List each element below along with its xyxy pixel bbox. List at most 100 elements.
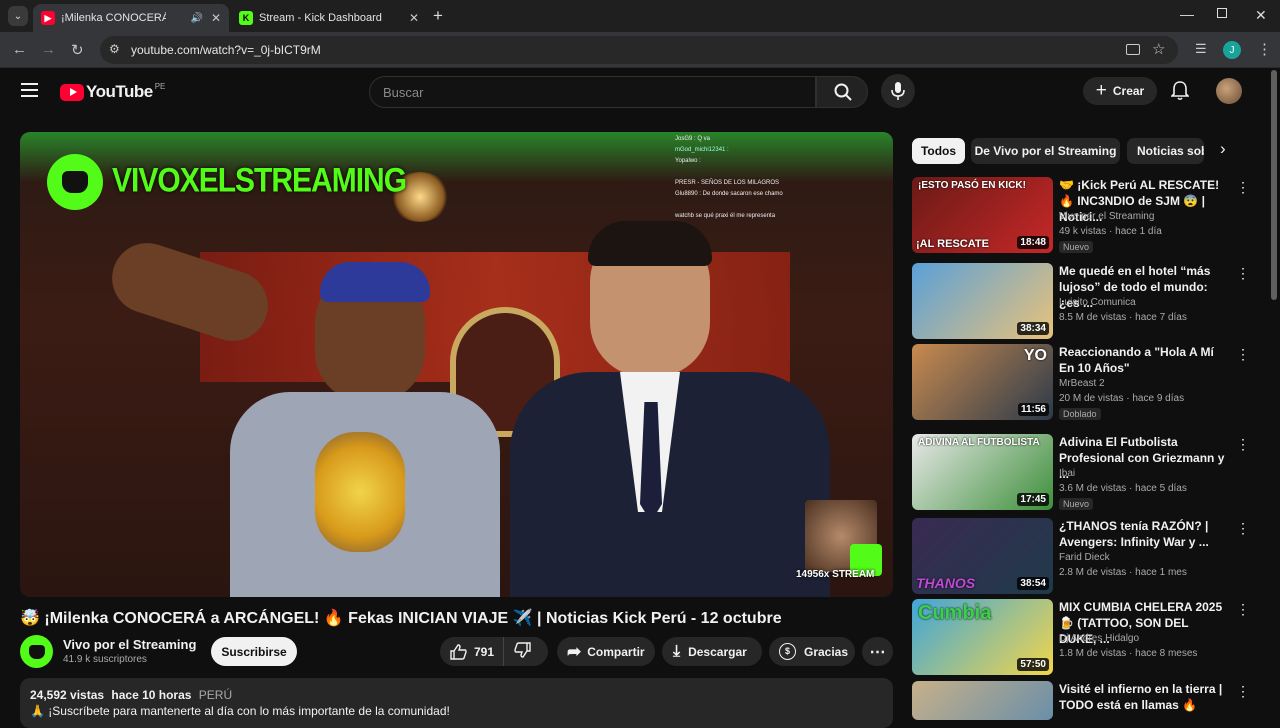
more-actions-button[interactable]: ⋯ bbox=[862, 637, 893, 666]
person-right bbox=[510, 221, 830, 597]
more-options-icon[interactable]: ⋮ bbox=[1236, 601, 1250, 618]
recommendation-title[interactable]: Visité el infierno en la tierra | TODO e… bbox=[1059, 681, 1229, 713]
close-window-button[interactable]: ✕ bbox=[1255, 7, 1267, 24]
recommendation-thumbnail[interactable]: YO 11:56 bbox=[912, 344, 1053, 420]
recommendation-channel[interactable]: Dj Andres Hidalgo bbox=[1059, 633, 1139, 644]
recommendation-item[interactable]: 38:34 Me quedé en el hotel “más lujoso” d… bbox=[912, 263, 1262, 339]
new-tab-button[interactable]: + bbox=[433, 6, 443, 26]
search-button[interactable] bbox=[816, 76, 868, 108]
recommendation-thumbnail[interactable]: 38:34 bbox=[912, 263, 1053, 339]
close-tab-icon[interactable]: ✕ bbox=[211, 11, 221, 25]
recommendation-channel[interactable]: Vivo por el Streaming bbox=[1059, 211, 1154, 222]
more-options-icon[interactable]: ⋮ bbox=[1236, 346, 1250, 363]
view-count: 24,592 vistas bbox=[30, 688, 105, 702]
bookmark-star-icon[interactable]: ☆ bbox=[1152, 40, 1165, 58]
page-scrollbar[interactable] bbox=[1268, 68, 1280, 720]
channel-avatar[interactable] bbox=[20, 635, 53, 668]
reload-icon[interactable]: ↻ bbox=[71, 41, 84, 59]
title-text: ¡Milenka CONOCERÁ a ARCÁNGEL! 🔥 Fekas IN… bbox=[44, 610, 782, 627]
recommendation-thumbnail[interactable]: THANOS 38:54 bbox=[912, 518, 1053, 594]
recommendation-channel[interactable]: Ibai bbox=[1059, 468, 1075, 479]
chip-todos[interactable]: Todos bbox=[912, 138, 965, 164]
recommendation-meta: 1.8 M de vistas · hace 8 meses bbox=[1059, 648, 1198, 659]
minimize-button[interactable]: — bbox=[1180, 6, 1194, 22]
recommendation-item[interactable]: Cumbia 57:50 MIX CUMBIA CHELERA 2025 🍺 (TA… bbox=[912, 599, 1262, 675]
tab-kick-dashboard[interactable]: K Stream - Kick Dashboard ✕ bbox=[231, 4, 427, 32]
recommendation-meta: 20 M de vistas · hace 9 días bbox=[1059, 393, 1185, 404]
more-options-icon[interactable]: ⋮ bbox=[1236, 436, 1250, 453]
upload-time: hace 10 horas bbox=[111, 688, 192, 702]
download-button[interactable]: ⤓ Descargar bbox=[662, 637, 762, 666]
recommendation-thumbnail[interactable]: ¡ESTO PASÓ EN KICK! ¡AL RESCATE 18:48 bbox=[912, 177, 1053, 253]
recommendation-item[interactable]: ADIVINA AL FUTBOLISTA 17:45 Adivina El Fut… bbox=[912, 434, 1262, 510]
country-tag: PERÚ bbox=[198, 688, 233, 702]
video-duration: 38:34 bbox=[1017, 322, 1049, 335]
forward-arrow-icon[interactable]: → bbox=[41, 41, 56, 58]
extensions-icon[interactable]: ☰ bbox=[1195, 41, 1207, 57]
back-arrow-icon[interactable]: ← bbox=[12, 41, 27, 58]
chat-overlay: JosG9 : Q va mGod_michi12341 : Yopalwo :… bbox=[675, 134, 825, 222]
like-button[interactable]: 791 bbox=[440, 637, 504, 666]
more-options-icon[interactable]: ⋮ bbox=[1236, 179, 1250, 196]
recommendation-item[interactable]: ¡ESTO PASÓ EN KICK! ¡AL RESCATE 18:48 🤝 ¡Ki… bbox=[912, 177, 1262, 253]
chip-noticias[interactable]: Noticias sob bbox=[1127, 138, 1204, 164]
recommendation-channel[interactable]: Luisito Comunica bbox=[1059, 297, 1136, 308]
download-label: Descargar bbox=[688, 644, 747, 659]
share-button[interactable]: ➦ Compartir bbox=[557, 637, 655, 666]
more-options-icon[interactable]: ⋮ bbox=[1236, 265, 1250, 282]
tab-youtube[interactable]: ▶ ¡Milenka CONOCERÁ a ARCÁNGEL! 🔊 ✕ bbox=[33, 4, 229, 32]
recommendation-title[interactable]: Adivina El Futbolista Profesional con Gr… bbox=[1059, 434, 1229, 482]
thumbnail-caption: ¡AL RESCATE bbox=[916, 238, 989, 250]
search-input[interactable]: Buscar bbox=[369, 76, 816, 108]
recommendation-meta: 2.8 M de vistas · hace 1 mes bbox=[1059, 567, 1187, 578]
profile-avatar[interactable]: J bbox=[1223, 41, 1241, 59]
thumbnail-caption: ¡ESTO PASÓ EN KICK! bbox=[918, 180, 1026, 191]
more-options-icon[interactable]: ⋮ bbox=[1236, 683, 1250, 700]
recommendation-channel[interactable]: MrBeast 2 bbox=[1059, 378, 1105, 389]
recommendation-badge: Nuevo bbox=[1059, 241, 1094, 253]
chip-de-vivo[interactable]: De Vivo por el Streaming bbox=[971, 138, 1120, 164]
create-button[interactable]: + Crear bbox=[1083, 77, 1157, 105]
youtube-logo[interactable]: YouTube PE bbox=[60, 82, 165, 102]
logo-text: YouTube bbox=[86, 82, 153, 101]
chevron-right-icon[interactable]: › bbox=[1220, 139, 1226, 159]
plus-icon: + bbox=[1095, 80, 1107, 101]
recommendation-item[interactable]: THANOS 38:54 ¿THANOS tenía RAZÓN? | Avenge… bbox=[912, 518, 1262, 594]
recommendation-thumbnail[interactable]: Cumbia 57:50 bbox=[912, 599, 1053, 675]
recommendation-thumbnail[interactable] bbox=[912, 681, 1053, 720]
youtube-header: YouTube PE Buscar + Crear bbox=[0, 68, 1268, 116]
recommendation-channel[interactable]: Farid Dieck bbox=[1059, 552, 1110, 563]
recommendation-meta: 3.6 M de vistas · hace 5 días bbox=[1059, 483, 1187, 494]
kick-favicon-icon: K bbox=[239, 11, 253, 25]
notifications-bell-icon[interactable] bbox=[1170, 81, 1190, 106]
hamburger-menu-icon[interactable] bbox=[21, 83, 38, 97]
recommendation-title[interactable]: Reaccionando a "Hola A Mí En 10 Años" bbox=[1059, 344, 1229, 376]
browser-menu-icon[interactable]: ⋮ bbox=[1257, 40, 1272, 58]
thanks-button[interactable]: $ Gracias bbox=[769, 637, 855, 666]
video-duration: 18:48 bbox=[1017, 236, 1049, 249]
video-player[interactable]: VIVOXELSTREAMING JosG9 : Q va mGod_michi… bbox=[20, 132, 893, 597]
recommendation-item[interactable]: Visité el infierno en la tierra | TODO e… bbox=[912, 681, 1262, 720]
maximize-button[interactable] bbox=[1217, 8, 1227, 18]
dislike-button[interactable] bbox=[504, 642, 531, 661]
recommendation-thumbnail[interactable]: ADIVINA AL FUTBOLISTA 17:45 bbox=[912, 434, 1053, 510]
subscribe-button[interactable]: Suscribirse bbox=[211, 637, 297, 666]
close-tab-icon[interactable]: ✕ bbox=[409, 11, 419, 25]
account-avatar[interactable] bbox=[1216, 78, 1242, 104]
tab-search-button[interactable]: ⌄ bbox=[8, 6, 28, 26]
recommendation-badge: Doblado bbox=[1059, 408, 1101, 420]
recommendation-title[interactable]: ¿THANOS tenía RAZÓN? | Avengers: Infinit… bbox=[1059, 518, 1229, 550]
voice-search-button[interactable] bbox=[881, 74, 915, 108]
stream-overlay-title: VIVOXELSTREAMING bbox=[112, 161, 407, 200]
browser-toolbar: ← → ↻ ⚙ youtube.com/watch?v=_0j-bICT9rM … bbox=[0, 32, 1280, 68]
channel-name[interactable]: Vivo por el Streaming bbox=[63, 637, 196, 652]
description-box[interactable]: 24,592 vistas hace 10 horas PERÚ 🙏 ¡Susc… bbox=[20, 678, 893, 728]
thumbnail-caption: ADIVINA AL FUTBOLISTA bbox=[918, 437, 1040, 448]
recommendation-item[interactable]: YO 11:56 Reaccionando a "Hola A Mí En 10 A… bbox=[912, 344, 1262, 420]
address-bar[interactable]: ⚙ youtube.com/watch?v=_0j-bICT9rM ☆ bbox=[100, 36, 1178, 64]
more-options-icon[interactable]: ⋮ bbox=[1236, 520, 1250, 537]
cast-icon[interactable] bbox=[1126, 44, 1140, 55]
site-info-icon[interactable]: ⚙ bbox=[109, 42, 120, 56]
like-dislike-group: 791 bbox=[440, 637, 548, 666]
video-duration: 38:54 bbox=[1017, 577, 1049, 590]
